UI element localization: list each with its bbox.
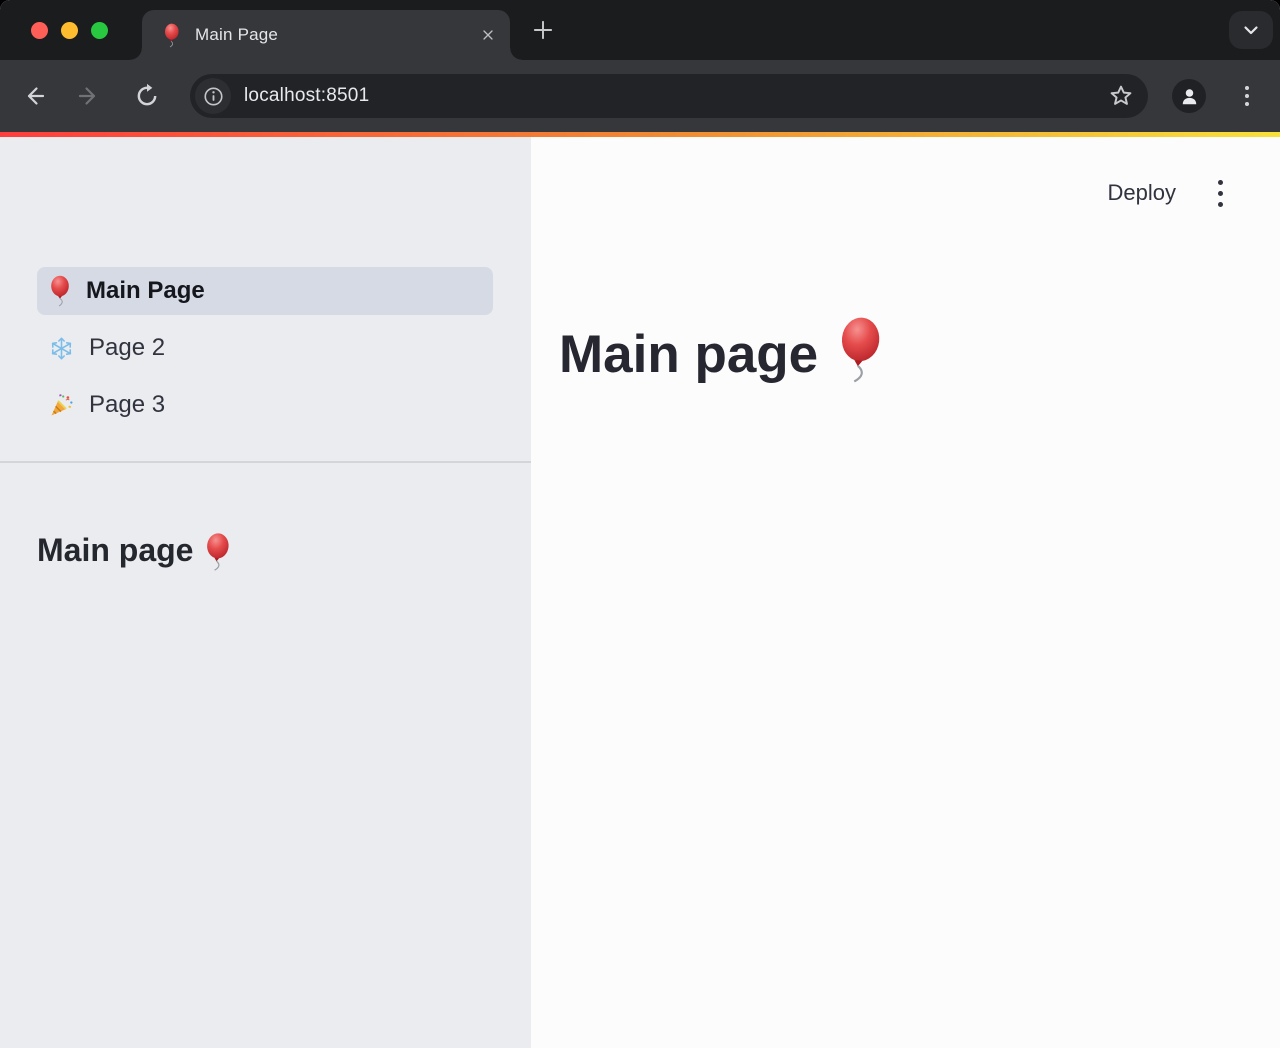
bookmark-star-icon[interactable] [1108, 83, 1134, 109]
sidebar: Main Page Page 2 Page 3 Main page [0, 137, 531, 1048]
snowflake-icon [49, 336, 74, 361]
site-info-button[interactable] [195, 78, 231, 114]
streamlit-app: Main Page Page 2 Page 3 Main page Deploy [0, 137, 1280, 1048]
app-header: Deploy [1108, 177, 1227, 209]
sidebar-heading-text: Main page [37, 530, 193, 570]
person-icon [1179, 86, 1200, 107]
page-title-text: Main page [559, 322, 818, 388]
app-menu-button[interactable] [1214, 176, 1227, 211]
party-popper-icon [49, 393, 74, 418]
chevron-down-icon [1239, 18, 1263, 42]
forward-button[interactable] [75, 82, 103, 110]
info-icon [202, 85, 225, 108]
url-text[interactable]: localhost:8501 [244, 85, 369, 107]
balloon-icon [203, 532, 233, 572]
sidebar-heading: Main page [37, 530, 231, 570]
sidebar-divider [0, 461, 531, 463]
browser-tab[interactable]: Main Page [142, 10, 510, 60]
nav-item-label: Main Page [86, 277, 205, 305]
main-content: Deploy Main page [531, 137, 1280, 1048]
balloon-icon [833, 315, 887, 386]
balloon-icon [49, 275, 71, 307]
new-tab-button[interactable] [530, 17, 556, 43]
tab-search-button[interactable] [1229, 11, 1273, 49]
traffic-light-minimize-button[interactable] [61, 22, 78, 39]
browser-toolbar: localhost:8501 [0, 60, 1280, 132]
deploy-button[interactable]: Deploy [1108, 180, 1176, 206]
traffic-light-close-button[interactable] [31, 22, 48, 39]
reload-button[interactable] [133, 82, 161, 110]
browser-menu-button[interactable] [1239, 80, 1255, 112]
sidebar-item-page-2[interactable]: Page 2 [37, 324, 493, 372]
balloon-favicon-icon [162, 22, 181, 48]
nav-item-label: Page 2 [89, 334, 165, 362]
nav-item-label: Page 3 [89, 391, 165, 419]
sidebar-item-page-3[interactable]: Page 3 [37, 381, 493, 429]
traffic-light-maximize-button[interactable] [91, 22, 108, 39]
back-button[interactable] [20, 82, 48, 110]
sidebar-nav: Main Page Page 2 Page 3 [0, 137, 531, 429]
browser-window: Main Page [0, 0, 1280, 1048]
tab-title: Main Page [195, 25, 278, 45]
tab-close-icon[interactable] [480, 27, 496, 43]
profile-avatar-button[interactable] [1172, 79, 1206, 113]
tab-strip: Main Page [0, 0, 1280, 60]
sidebar-item-main-page[interactable]: Main Page [37, 267, 493, 315]
page-title: Main page [559, 322, 883, 388]
address-bar[interactable]: localhost:8501 [190, 74, 1148, 118]
